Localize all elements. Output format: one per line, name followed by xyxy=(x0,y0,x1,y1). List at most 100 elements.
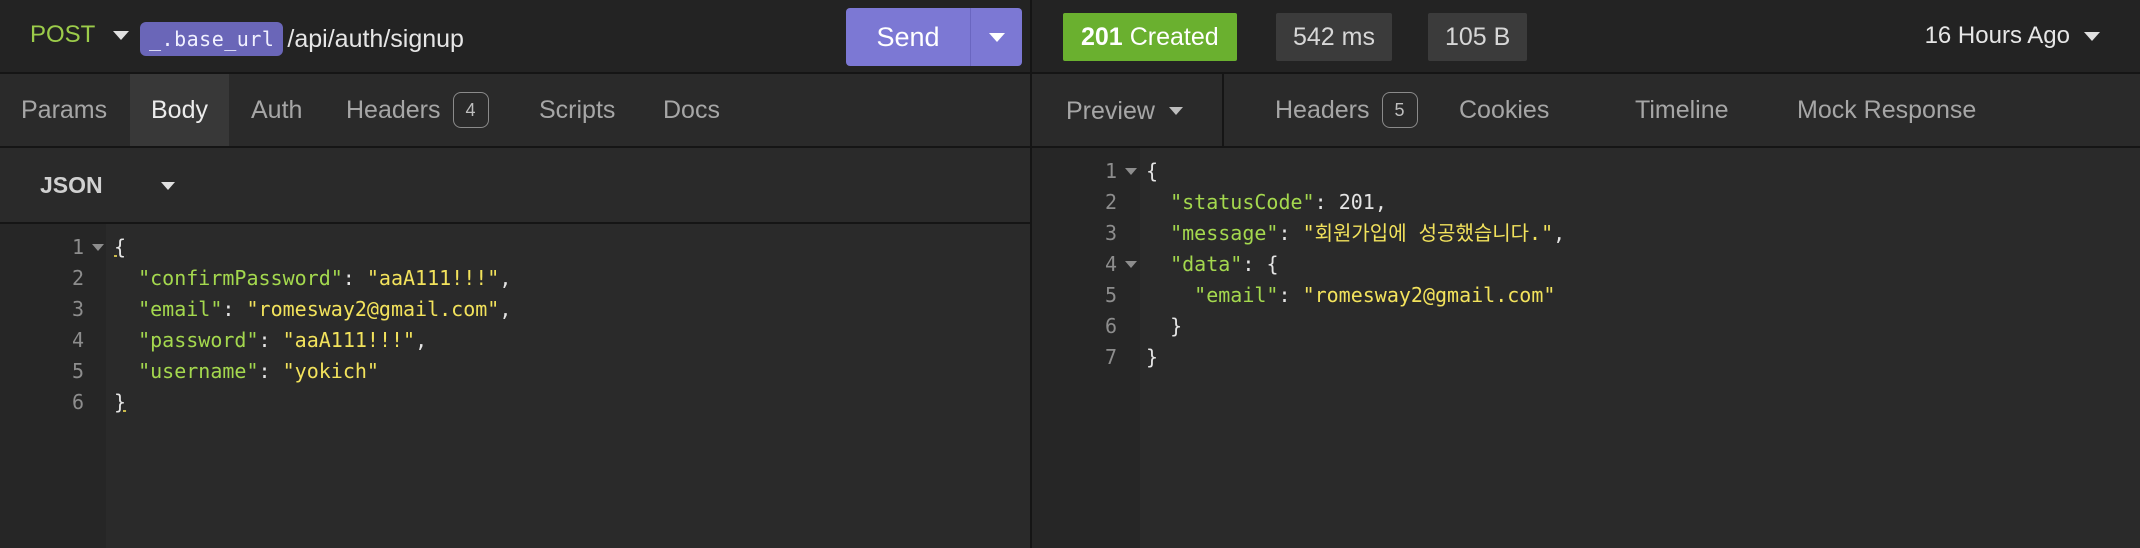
tab-docs[interactable]: Docs xyxy=(642,74,741,146)
line-number: 7 xyxy=(1104,345,1117,369)
json-colon: : xyxy=(1278,283,1303,307)
json-comma: , xyxy=(1553,221,1566,245)
code-line: { xyxy=(1146,156,1158,187)
tab-label: Scripts xyxy=(539,95,616,124)
tab-label: Cookies xyxy=(1459,95,1550,124)
json-key: "password" xyxy=(138,328,259,352)
body-type-selector[interactable]: JSON xyxy=(40,172,103,199)
line-number: 2 xyxy=(71,266,84,290)
tab-response-headers[interactable]: Headers 5 xyxy=(1254,74,1439,146)
tab-label: Body xyxy=(151,95,208,124)
code-line: } xyxy=(1146,311,1182,342)
line-number: 5 xyxy=(1104,283,1117,307)
tab-label: Timeline xyxy=(1635,95,1729,124)
body-type-row: JSON xyxy=(0,148,1030,224)
tab-scripts[interactable]: Scripts xyxy=(518,74,636,146)
json-comma: , xyxy=(499,297,512,321)
fold-toggle-icon[interactable] xyxy=(1125,168,1137,175)
send-button-group: Send xyxy=(846,8,1022,66)
tab-cookies[interactable]: Cookies xyxy=(1438,74,1570,146)
headers-count-badge: 4 xyxy=(452,92,489,128)
response-time-badge: 542 ms xyxy=(1276,13,1392,61)
chevron-down-icon xyxy=(2084,31,2100,41)
json-brace: { xyxy=(1146,159,1159,183)
url-path: /api/auth/signup xyxy=(287,24,464,53)
code-line: { xyxy=(114,232,126,263)
tab-params[interactable]: Params xyxy=(0,74,128,146)
response-pane: 201 Created 542 ms 105 B 16 Hours Ago Pr… xyxy=(1032,0,2140,548)
code-line: "confirmPassword": "aaA111!!!", xyxy=(114,263,511,294)
code-line: "message": "회원가입에 성공했습니다.", xyxy=(1146,218,1565,249)
tab-label: Params xyxy=(21,95,108,124)
response-status-bar: 201 Created 542 ms 105 B 16 Hours Ago xyxy=(1032,0,2140,74)
url-input[interactable]: _.base_url /api/auth/signup xyxy=(140,21,464,57)
json-colon: : xyxy=(258,359,283,383)
json-number-value: 201 xyxy=(1338,190,1375,214)
code-line: "data": { xyxy=(1146,249,1278,280)
json-brace: { xyxy=(114,235,127,259)
json-colon: : xyxy=(1314,190,1339,214)
line-number: 1 xyxy=(71,235,84,259)
request-tabs: Params Body Auth Headers 4 Scripts Docs xyxy=(0,74,1030,148)
json-brace: { xyxy=(1266,252,1279,276)
status-code: 201 xyxy=(1081,22,1123,51)
env-variable-chip[interactable]: _.base_url xyxy=(140,22,284,56)
tab-timeline[interactable]: Timeline xyxy=(1614,74,1750,146)
view-mode-selector[interactable]: Preview xyxy=(1032,74,1224,148)
tab-label: Docs xyxy=(663,95,720,124)
json-key: "message" xyxy=(1170,221,1279,245)
status-badge: 201 Created xyxy=(1063,13,1237,61)
response-size-badge: 105 B xyxy=(1428,13,1528,61)
history-dropdown[interactable]: 16 Hours Ago xyxy=(1925,22,2100,50)
tab-label: Auth xyxy=(251,95,303,124)
json-key: "email" xyxy=(1194,283,1279,307)
tab-auth[interactable]: Auth xyxy=(230,74,323,146)
fold-toggle-icon[interactable] xyxy=(1125,261,1137,268)
json-brace: } xyxy=(1170,314,1183,338)
send-options-button[interactable] xyxy=(971,8,1022,66)
json-comma: , xyxy=(499,266,512,290)
code-line: "username": "yokich" xyxy=(114,356,379,387)
json-colon: : xyxy=(1278,221,1303,245)
line-number: 4 xyxy=(1104,252,1117,276)
view-mode-label: Preview xyxy=(1066,96,1155,125)
code-line: } xyxy=(1146,342,1158,373)
headers-count-badge: 5 xyxy=(1381,92,1418,128)
json-string-value: "aaA111!!!" xyxy=(366,266,500,290)
json-string-value: "yokich" xyxy=(282,359,379,383)
tab-body[interactable]: Body xyxy=(130,74,229,146)
json-key: "confirmPassword" xyxy=(138,266,343,290)
json-key: "statusCode" xyxy=(1170,190,1315,214)
code-line: } xyxy=(114,387,126,418)
tab-mock-response[interactable]: Mock Response xyxy=(1776,74,1997,146)
chevron-down-icon xyxy=(113,30,130,40)
chevron-down-icon[interactable] xyxy=(161,182,175,190)
response-tabs: Preview Headers 5 Cookies Timeline Mock … xyxy=(1032,74,2140,148)
line-number: 5 xyxy=(71,359,84,383)
method-selector[interactable]: POST xyxy=(30,21,130,49)
tab-headers[interactable]: Headers 4 xyxy=(325,74,510,146)
code-line: "statusCode": 201, xyxy=(1146,187,1387,218)
tab-label: Headers xyxy=(1275,95,1370,124)
json-key: "username" xyxy=(138,359,259,383)
code-line: "password": "aaA111!!!", xyxy=(114,325,427,356)
request-body-editor[interactable]: 1 {2 "confirmPassword": "aaA111!!!", 3 "em… xyxy=(0,224,1030,548)
fold-toggle-icon[interactable] xyxy=(92,244,104,251)
json-comma: , xyxy=(415,328,428,352)
response-body-viewer[interactable]: 1 {2 "statusCode": 201, 3 "message": "회원가입… xyxy=(1032,148,2140,548)
chevron-down-icon xyxy=(1168,107,1183,115)
json-colon: : xyxy=(1242,252,1267,276)
send-button[interactable]: Send xyxy=(846,8,971,66)
line-number: 2 xyxy=(1104,190,1117,214)
json-string-value: "romesway2@gmail.com" xyxy=(246,297,500,321)
json-comma: , xyxy=(1374,190,1387,214)
line-number: 4 xyxy=(71,328,84,352)
